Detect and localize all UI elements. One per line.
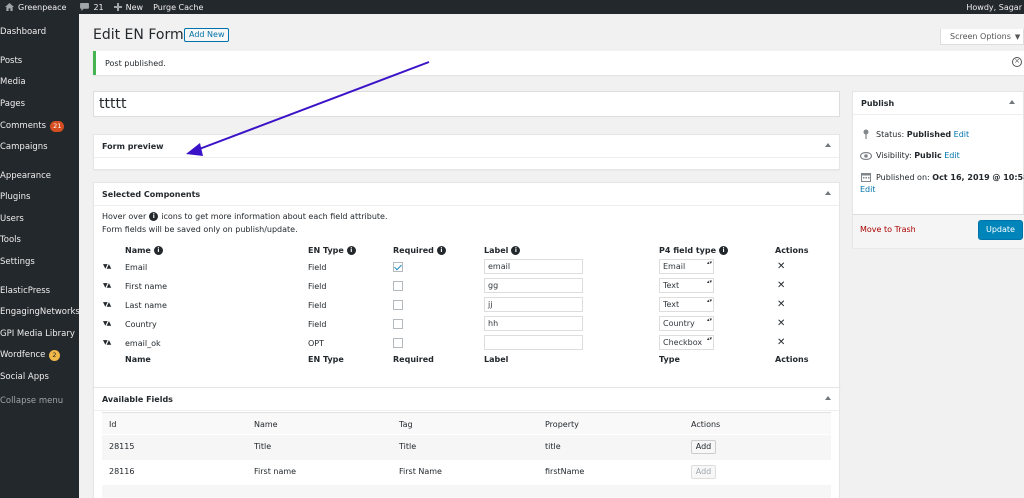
annotation-arrow-icon <box>186 61 430 156</box>
